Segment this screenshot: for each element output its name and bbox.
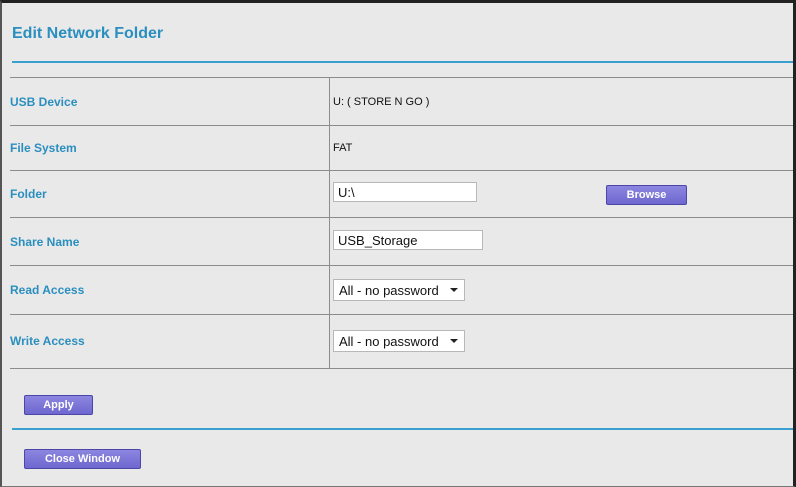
read-access-selected: All - no password (339, 282, 439, 298)
browse-button[interactable]: Browse (606, 185, 687, 205)
file-system-label: File System (10, 141, 77, 155)
share-name-label: Share Name (10, 235, 80, 249)
usb-device-label: USB Device (10, 95, 78, 109)
row-divider (10, 77, 793, 78)
folder-input[interactable] (333, 182, 477, 202)
usb-device-value: U: ( STORE N GO ) (333, 96, 430, 108)
chevron-down-icon (450, 288, 458, 292)
page-title: Edit Network Folder (12, 25, 164, 42)
edit-network-folder-panel: Edit Network Folder USB Device U: ( STOR… (0, 0, 796, 487)
row-divider (10, 265, 793, 266)
close-window-button[interactable]: Close Window (24, 449, 141, 469)
file-system-value: FAT (333, 142, 353, 154)
footer-divider (12, 428, 793, 430)
row-divider (10, 125, 793, 126)
title-divider (12, 61, 793, 63)
column-divider (329, 77, 330, 368)
write-access-selected: All - no password (339, 333, 439, 349)
read-access-select[interactable]: All - no password (333, 279, 465, 301)
chevron-down-icon (450, 339, 458, 343)
row-divider (10, 217, 793, 218)
row-divider (10, 368, 793, 369)
write-access-label: Write Access (10, 334, 85, 348)
row-divider (10, 314, 793, 315)
folder-label: Folder (10, 187, 47, 201)
row-divider (10, 170, 793, 171)
write-access-select[interactable]: All - no password (333, 330, 465, 352)
apply-button[interactable]: Apply (24, 395, 93, 415)
share-name-input[interactable] (333, 230, 483, 250)
read-access-label: Read Access (10, 283, 85, 297)
